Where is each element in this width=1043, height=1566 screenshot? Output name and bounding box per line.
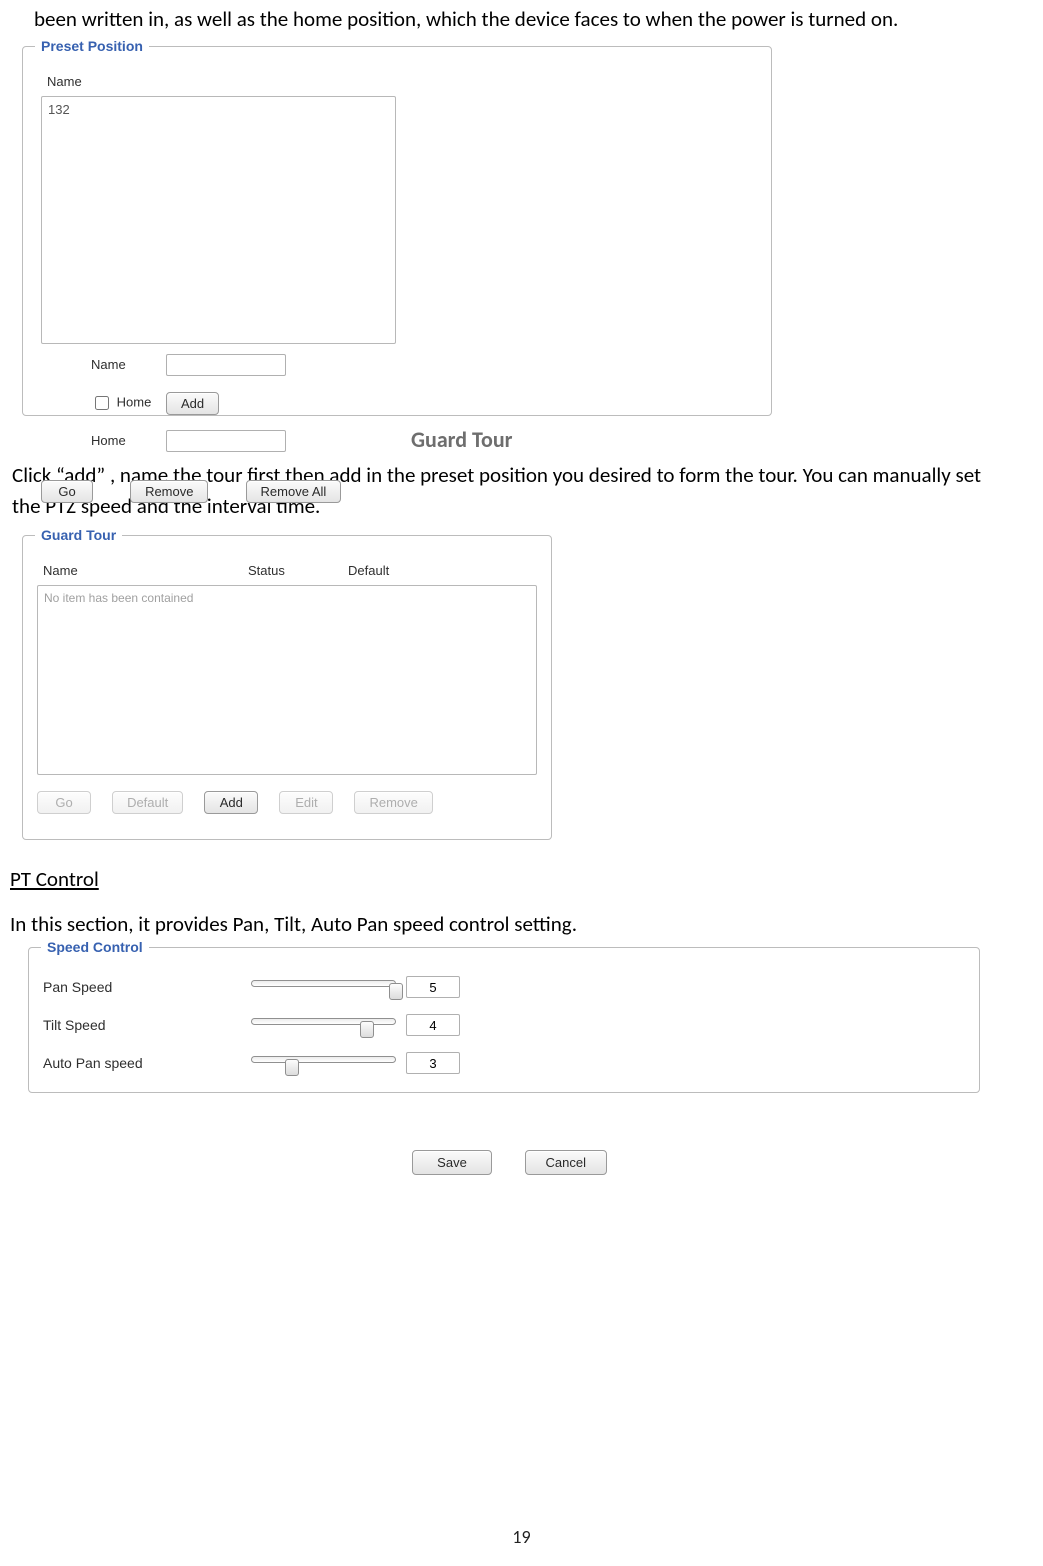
preset-home-check-wrap: Home	[91, 393, 166, 413]
guard-tour-legend: Guard Tour	[35, 525, 122, 545]
preset-list-header: Name	[41, 71, 396, 96]
go-button[interactable]: Go	[41, 480, 93, 503]
cancel-button[interactable]: Cancel	[525, 1150, 607, 1175]
preset-list[interactable]: 132	[41, 96, 396, 344]
guard-tour-actions: Go Default Add Edit Remove	[37, 775, 537, 816]
slider-track	[251, 980, 396, 987]
preset-name-label: Name	[91, 356, 166, 375]
preset-legend: Preset Position	[35, 36, 149, 56]
gt-col-default: Default	[348, 562, 428, 581]
preset-home-check-label: Home	[117, 395, 152, 410]
autopan-speed-slider[interactable]	[251, 1050, 396, 1076]
autopan-speed-label: Auto Pan speed	[43, 1053, 251, 1073]
tilt-speed-value[interactable]	[406, 1014, 460, 1036]
preset-name-input[interactable]	[166, 354, 286, 376]
slider-thumb[interactable]	[285, 1059, 299, 1076]
add-button[interactable]: Add	[166, 392, 219, 415]
intro-text: been written in, as well as the home pos…	[10, 4, 1009, 34]
slider-thumb[interactable]	[360, 1021, 374, 1038]
guard-tour-empty-msg: No item has been contained	[44, 591, 193, 605]
preset-actions: Go Remove Remove All	[41, 460, 753, 505]
speed-row-tilt: Tilt Speed	[43, 1006, 965, 1044]
gt-default-button[interactable]: Default	[112, 791, 183, 814]
gt-add-button[interactable]: Add	[204, 791, 258, 814]
gt-go-button[interactable]: Go	[37, 791, 91, 814]
preset-left-column: Name 132	[41, 71, 396, 344]
gt-edit-button[interactable]: Edit	[279, 791, 333, 814]
preset-home-label: Home	[91, 432, 166, 451]
remove-all-button[interactable]: Remove All	[246, 480, 342, 503]
preset-home-checkbox[interactable]	[95, 396, 109, 410]
pan-speed-slider[interactable]	[251, 974, 396, 1000]
slider-track	[251, 1018, 396, 1025]
guard-tour-headers: Name Status Default	[37, 560, 537, 585]
guard-tour-panel: Guard Tour Name Status Default No item h…	[22, 535, 552, 840]
save-button[interactable]: Save	[412, 1150, 492, 1175]
page-root: been written in, as well as the home pos…	[0, 4, 1043, 1566]
footer-actions: Save Cancel	[10, 1147, 1009, 1176]
page-number: 19	[0, 1524, 1043, 1550]
pt-control-heading: PT Control	[10, 864, 1009, 894]
speed-control-legend: Speed Control	[41, 937, 149, 957]
tilt-speed-label: Tilt Speed	[43, 1015, 251, 1035]
speed-row-pan: Pan Speed	[43, 968, 965, 1006]
pan-speed-value[interactable]	[406, 976, 460, 998]
pan-speed-label: Pan Speed	[43, 977, 251, 997]
gt-remove-button[interactable]: Remove	[354, 791, 432, 814]
autopan-speed-value[interactable]	[406, 1052, 460, 1074]
speed-control-panel: Speed Control Pan Speed Tilt Speed Auto …	[28, 947, 980, 1093]
preset-list-item[interactable]: 132	[48, 101, 389, 120]
gt-col-name: Name	[43, 562, 248, 581]
speed-row-autopan: Auto Pan speed	[43, 1044, 965, 1082]
preset-home-input[interactable]	[166, 430, 286, 452]
tilt-speed-slider[interactable]	[251, 1012, 396, 1038]
gt-col-status: Status	[248, 562, 348, 581]
preset-position-panel: Preset Position Name 132 Name Home Add H…	[22, 46, 772, 416]
guard-tour-list[interactable]: No item has been contained	[37, 585, 537, 775]
slider-track	[251, 1056, 396, 1063]
remove-button[interactable]: Remove	[130, 480, 208, 503]
pt-control-desc: In this section, it provides Pan, Tilt, …	[10, 909, 1009, 939]
preset-right-column: Name Home Add Home	[91, 344, 411, 460]
slider-thumb[interactable]	[389, 983, 403, 1000]
